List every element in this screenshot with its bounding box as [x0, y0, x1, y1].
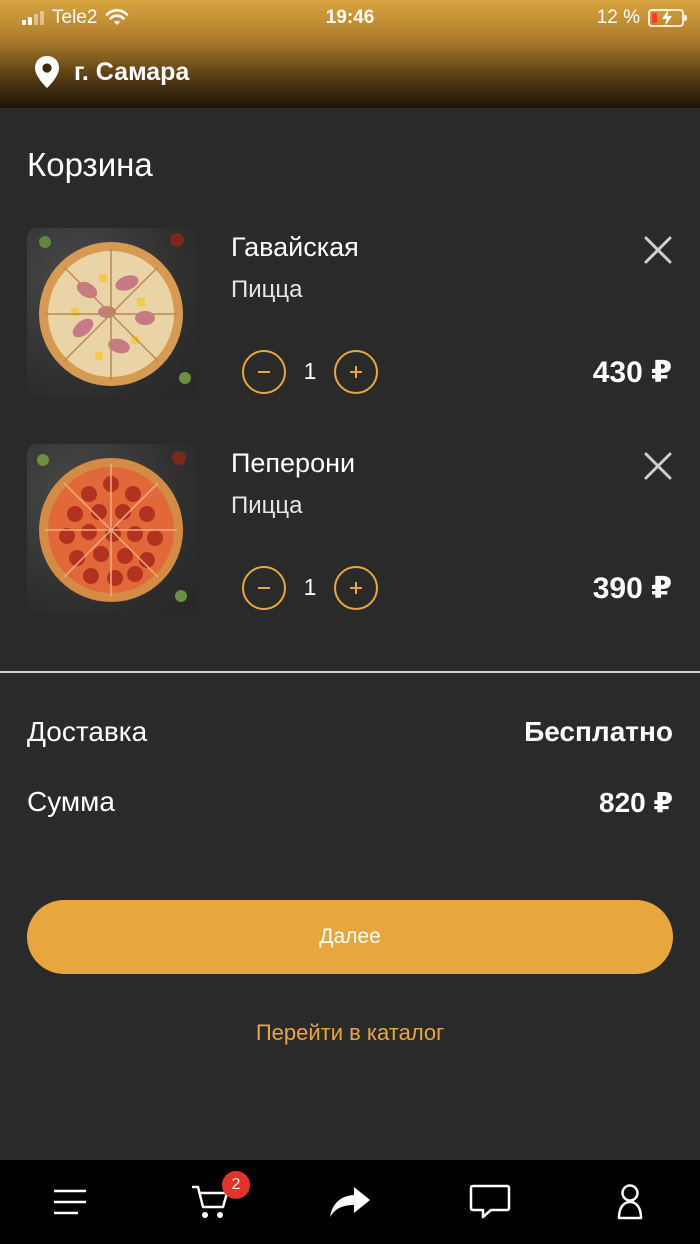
item-price: 390 ₽	[592, 572, 672, 605]
tab-bar: 2	[0, 1160, 700, 1244]
tab-profile[interactable]	[606, 1178, 654, 1226]
city-label: г. Самара	[74, 57, 190, 86]
decrease-quantity-button[interactable]	[242, 566, 286, 610]
tab-menu[interactable]	[46, 1178, 94, 1226]
item-category: Пицца	[231, 276, 303, 303]
cart-item: Гавайская Пицца 1 430 ₽	[0, 228, 700, 398]
delivery-value: Бесплатно	[524, 716, 673, 747]
cart-count-badge: 2	[222, 1171, 250, 1199]
total-row: Сумма 820 ₽	[27, 786, 673, 819]
share-icon	[330, 1187, 370, 1217]
menu-icon	[54, 1189, 86, 1215]
remove-item-button[interactable]	[643, 235, 673, 265]
plus-icon	[350, 366, 362, 378]
divider	[0, 671, 700, 673]
item-name: Гавайская	[231, 232, 359, 262]
increase-quantity-button[interactable]	[334, 350, 378, 394]
delivery-label: Доставка	[27, 716, 148, 747]
close-icon	[644, 452, 672, 480]
item-price: 430 ₽	[592, 356, 672, 389]
location-pin-icon	[35, 56, 59, 88]
clock: 19:46	[325, 7, 375, 28]
plus-icon	[350, 582, 362, 594]
item-name: Пеперони	[231, 448, 356, 478]
minus-icon	[258, 371, 270, 373]
page-title: Корзина	[27, 146, 153, 183]
increase-quantity-button[interactable]	[334, 566, 378, 610]
tab-share[interactable]	[326, 1178, 374, 1226]
profile-icon	[617, 1184, 643, 1220]
pizza-image[interactable]	[27, 444, 197, 614]
status-bar: Tele2 19:46 12 %	[0, 0, 700, 36]
remove-item-button[interactable]	[643, 451, 673, 481]
tab-chat[interactable]	[466, 1178, 514, 1226]
battery-icon	[648, 9, 687, 27]
total-label: Сумма	[27, 786, 115, 817]
city-selector[interactable]: г. Самара	[34, 55, 189, 89]
battery-percent: 12 %	[596, 7, 640, 28]
total-value: 820 ₽	[599, 787, 673, 818]
delivery-row: Доставка Бесплатно	[27, 716, 673, 748]
decrease-quantity-button[interactable]	[242, 350, 286, 394]
pizza-image[interactable]	[27, 228, 197, 398]
item-category: Пицца	[231, 492, 303, 519]
close-icon	[644, 236, 672, 264]
quantity-value: 1	[303, 358, 317, 384]
go-to-catalog-link[interactable]: Перейти в каталог	[0, 1020, 700, 1046]
header: Tele2 19:46 12 % г. Самара	[0, 0, 700, 108]
cart-item: Пеперони Пицца 1 390 ₽	[0, 444, 700, 614]
quantity-value: 1	[303, 574, 317, 600]
chat-icon	[469, 1184, 511, 1219]
minus-icon	[258, 587, 270, 589]
next-button[interactable]: Далее	[27, 900, 673, 974]
